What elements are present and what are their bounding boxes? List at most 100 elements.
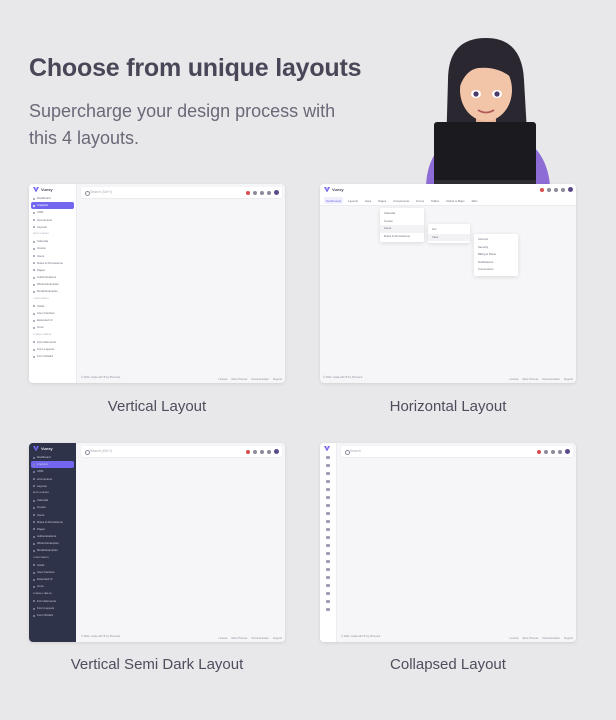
dropdown-item[interactable]: Users bbox=[380, 225, 424, 233]
dropdown-item[interactable]: Calendar bbox=[380, 210, 424, 218]
flag-icon[interactable] bbox=[246, 449, 250, 454]
menu-item[interactable]: Dashboards bbox=[324, 197, 344, 204]
menu-item[interactable]: Components bbox=[391, 197, 411, 204]
flag-icon[interactable] bbox=[246, 190, 250, 195]
sidebar-item[interactable]: User Interface bbox=[31, 310, 74, 317]
grid-icon[interactable] bbox=[260, 190, 264, 195]
menu-item[interactable]: Apps bbox=[363, 197, 373, 204]
sidebar-item-icon[interactable] bbox=[320, 533, 336, 541]
sidebar-item-icon[interactable] bbox=[320, 581, 336, 589]
grid-icon[interactable] bbox=[551, 449, 555, 454]
sidebar-item[interactable]: Form Wizard bbox=[31, 612, 74, 619]
sidebar-item-icon[interactable] bbox=[320, 565, 336, 573]
search-input[interactable]: Search (Ctrl+/) bbox=[90, 449, 112, 453]
menu-item[interactable]: Pages bbox=[376, 197, 388, 204]
sidebar-item-icon[interactable] bbox=[320, 501, 336, 509]
sidebar-item[interactable]: Extended UI bbox=[31, 317, 74, 324]
search-input[interactable]: Search bbox=[350, 449, 361, 453]
menu-item[interactable]: Forms bbox=[414, 197, 426, 204]
flag-icon[interactable] bbox=[537, 449, 541, 454]
sidebar-item[interactable]: Invoice bbox=[31, 504, 74, 511]
footer-link[interactable]: Support bbox=[564, 378, 573, 381]
sidebar-item[interactable]: eCommerce bbox=[31, 217, 74, 224]
theme-icon[interactable] bbox=[253, 449, 257, 454]
collapsed-layout-preview[interactable]: Search © 2022, made with ❤ by Pixinvent … bbox=[320, 443, 576, 642]
user-avatar[interactable] bbox=[568, 187, 573, 192]
user-avatar[interactable] bbox=[274, 190, 279, 195]
sidebar-item-icon[interactable] bbox=[320, 493, 336, 501]
sidebar-item[interactable]: Modal Examples bbox=[31, 547, 74, 554]
bell-icon[interactable] bbox=[267, 190, 271, 195]
sidebar-item[interactable]: Extended UI bbox=[31, 576, 74, 583]
dropdown-item[interactable]: Roles & Permissions bbox=[380, 233, 424, 241]
dropdown-item[interactable]: Connections bbox=[474, 266, 518, 274]
footer-link[interactable]: Documentation bbox=[542, 637, 559, 640]
sidebar-item[interactable]: Wizard Examples bbox=[31, 540, 74, 547]
sidebar-item-icon[interactable] bbox=[320, 509, 336, 517]
sidebar-item[interactable]: Modal Examples bbox=[31, 288, 74, 295]
sidebar-item[interactable]: Dashboard bbox=[31, 454, 74, 461]
sidebar-item[interactable]: Form Layouts bbox=[31, 346, 74, 353]
dropdown-item[interactable]: List bbox=[428, 226, 470, 234]
footer-link[interactable]: Support bbox=[273, 637, 282, 640]
sidebar-item[interactable]: CRM bbox=[31, 209, 74, 216]
sidebar-item[interactable]: Layouts bbox=[31, 483, 74, 490]
sidebar-item-icon[interactable] bbox=[320, 485, 336, 493]
sidebar-item[interactable]: Form Wizard bbox=[31, 353, 74, 360]
flag-icon[interactable] bbox=[540, 187, 544, 192]
sidebar-item-icon[interactable] bbox=[320, 541, 336, 549]
sidebar-item[interactable]: Pages bbox=[31, 526, 74, 533]
sidebar-item[interactable]: Form Elements bbox=[31, 598, 74, 605]
sidebar-item-icon[interactable] bbox=[320, 469, 336, 477]
sidebar-item[interactable]: Dashboard bbox=[31, 195, 74, 202]
sidebar-item[interactable]: Roles & Permissions bbox=[31, 260, 74, 267]
theme-icon[interactable] bbox=[547, 187, 551, 192]
sidebar-item[interactable]: Cards bbox=[31, 303, 74, 310]
sidebar-item[interactable]: Users bbox=[31, 253, 74, 260]
sidebar-item[interactable]: Authentications bbox=[31, 274, 74, 281]
sidebar-item[interactable]: Form Layouts bbox=[31, 605, 74, 612]
grid-icon[interactable] bbox=[554, 187, 558, 192]
footer-link[interactable]: More Themes bbox=[232, 637, 248, 640]
vertical-layout-preview[interactable]: Vuexy Dashboard Analytics CRM eCommerce Layo… bbox=[29, 184, 285, 383]
footer-link[interactable]: Documentation bbox=[251, 637, 268, 640]
sidebar-item[interactable]: Invoice bbox=[31, 245, 74, 252]
footer-link[interactable]: License bbox=[219, 378, 228, 381]
sidebar-item-icon[interactable] bbox=[320, 453, 336, 461]
footer-link[interactable]: More Themes bbox=[232, 378, 248, 381]
footer-link[interactable]: More Themes bbox=[523, 378, 539, 381]
sidebar-item[interactable]: User Interface bbox=[31, 569, 74, 576]
bell-icon[interactable] bbox=[558, 449, 562, 454]
user-avatar[interactable] bbox=[565, 449, 570, 454]
user-avatar[interactable] bbox=[274, 449, 279, 454]
footer-link[interactable]: License bbox=[219, 637, 228, 640]
sidebar-item[interactable]: Authentications bbox=[31, 533, 74, 540]
menu-item[interactable]: Layouts bbox=[346, 197, 360, 204]
theme-icon[interactable] bbox=[253, 190, 257, 195]
sidebar-item-icon[interactable] bbox=[320, 525, 336, 533]
horizontal-layout-preview[interactable]: Vuexy Dashboards Layouts Apps Pages Componen… bbox=[320, 184, 576, 383]
sidebar-item[interactable]: Calendar bbox=[31, 497, 74, 504]
sidebar-item[interactable]: Wizard Examples bbox=[31, 281, 74, 288]
sidebar-item[interactable]: Icons bbox=[31, 324, 74, 331]
sidebar-item-icon[interactable] bbox=[320, 597, 336, 605]
sidebar-item-icon[interactable] bbox=[320, 605, 336, 613]
footer-link[interactable]: Support bbox=[273, 378, 282, 381]
dropdown-item[interactable]: Security bbox=[474, 244, 518, 252]
footer-link[interactable]: Documentation bbox=[542, 378, 559, 381]
sidebar-item-icon[interactable] bbox=[320, 589, 336, 597]
dropdown-item[interactable]: Invoice bbox=[380, 218, 424, 226]
sidebar-item[interactable]: Cards bbox=[31, 562, 74, 569]
sidebar-item-icon[interactable] bbox=[320, 461, 336, 469]
sidebar-item[interactable]: Analytics bbox=[31, 202, 74, 210]
footer-link[interactable]: More Themes bbox=[523, 637, 539, 640]
sidebar-item[interactable]: Calendar bbox=[31, 238, 74, 245]
footer-link[interactable]: License bbox=[510, 378, 519, 381]
dropdown-item[interactable]: View bbox=[428, 233, 470, 241]
bell-icon[interactable] bbox=[561, 187, 565, 192]
sidebar-item[interactable]: Layouts bbox=[31, 224, 74, 231]
theme-icon[interactable] bbox=[544, 449, 548, 454]
semi-dark-layout-preview[interactable]: Vuexy Dashboard Analytics CRM eCommerce Layo… bbox=[29, 443, 285, 642]
sidebar-item[interactable]: Analytics bbox=[31, 461, 74, 469]
footer-link[interactable]: Support bbox=[564, 637, 573, 640]
